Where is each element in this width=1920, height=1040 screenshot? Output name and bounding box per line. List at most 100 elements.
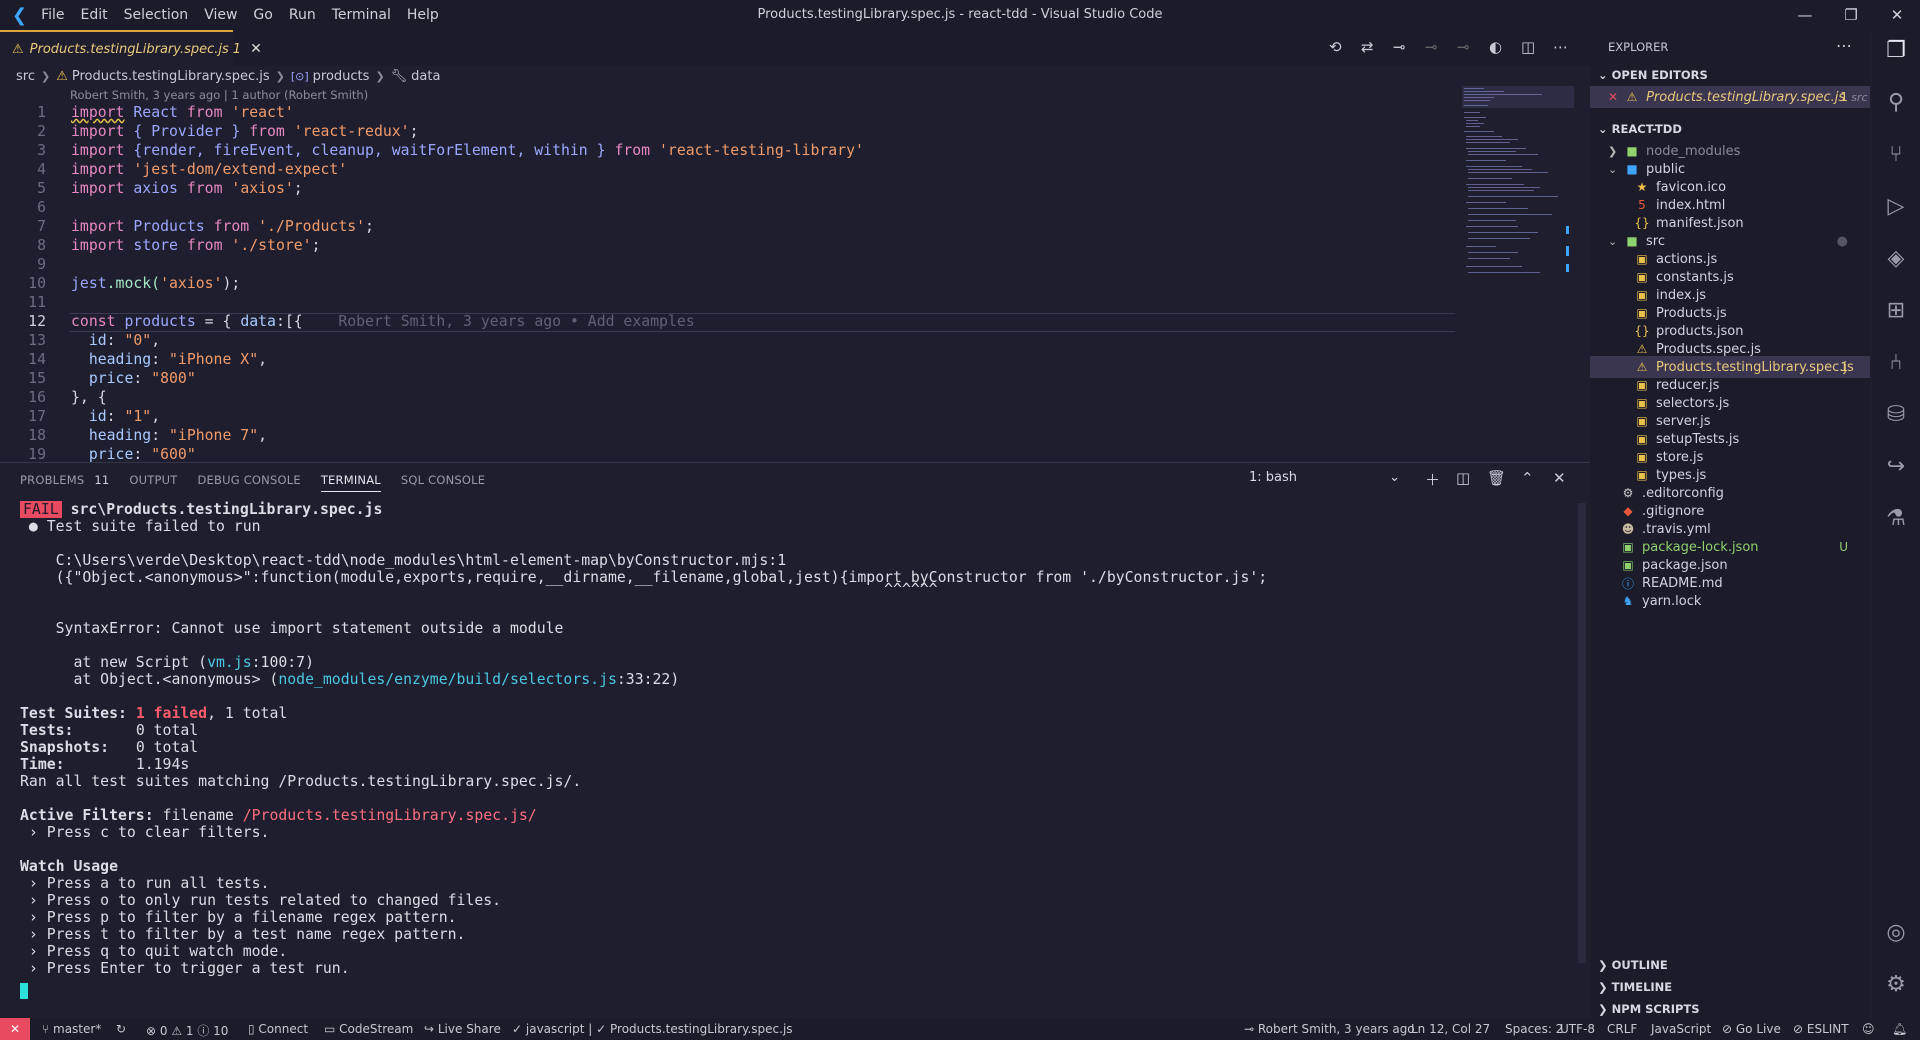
close-icon[interactable]: ✕ [1608, 90, 1618, 104]
test-flask-icon[interactable]: ⚗ [1872, 506, 1920, 531]
go-live-status[interactable]: ⊘ Go Live [1722, 1022, 1781, 1036]
blame-status[interactable]: ⊸ Robert Smith, 3 years ago [1244, 1022, 1415, 1036]
codelens-blame[interactable]: Robert Smith, 3 years ago | 1 author (Ro… [70, 88, 368, 102]
terminal-line: ● Test suite failed to run [20, 518, 261, 535]
go-live-label: Go Live [1735, 1022, 1781, 1036]
menu-view[interactable]: View [196, 7, 245, 23]
codestream-icon[interactable]: ◐ [1489, 38, 1502, 56]
code-editor[interactable]: 1 import React from 'react' 2 import { Pro… [0, 104, 1455, 462]
open-editor-item[interactable]: ✕ ⚠ Products.testingLibrary.spec.js src … [1590, 86, 1870, 108]
js-file-icon: ▣ [1636, 450, 1648, 464]
tree-file[interactable]: ♞ yarn.lock [1590, 590, 1870, 612]
code-token: ; [293, 180, 303, 197]
breadcrumb-symbol[interactable]: products [313, 69, 370, 84]
extensions-icon[interactable]: ⊞ [1872, 298, 1920, 323]
live-share-status[interactable]: ↪ Live Share [424, 1022, 501, 1036]
line-number: 4 [37, 161, 46, 178]
cursor-position[interactable]: Ln 12, Col 27 [1411, 1022, 1490, 1036]
code-token: "iPhone X" [169, 351, 259, 368]
encoding[interactable]: UTF-8 [1560, 1022, 1595, 1036]
tab-debug-console[interactable]: DEBUG CONSOLE [198, 473, 301, 487]
eslint-status[interactable]: ⊘ ESLINT [1793, 1022, 1849, 1036]
minimize-button[interactable]: — [1782, 0, 1828, 30]
block-icon: ⊘ [1793, 1022, 1807, 1036]
indentation[interactable]: Spaces: 2 [1505, 1022, 1563, 1036]
tab-close-icon[interactable]: ✕ [250, 41, 262, 57]
section-timeline[interactable]: ❯ TIMELINE [1598, 980, 1672, 994]
code-token: import [71, 218, 125, 235]
codestream-status[interactable]: ▭ CodeStream [324, 1022, 413, 1036]
code-token: heading [71, 351, 152, 368]
notifications-icon[interactable]: 🔔︎ [1892, 1022, 1907, 1036]
settings-gear-icon[interactable]: ⚙ [1872, 972, 1920, 997]
account-icon[interactable]: ◎ [1872, 920, 1920, 945]
kill-terminal-icon[interactable]: 🗑︎ [1487, 469, 1506, 487]
js-file-icon: ▣ [1636, 306, 1648, 320]
run-debug-icon[interactable]: ▷ [1872, 194, 1920, 219]
more-actions-icon[interactable]: ⋯ [1836, 36, 1852, 55]
terminal-select[interactable]: 1: bash ⌄ [1249, 470, 1404, 490]
more-actions-icon[interactable]: ⋯ [1553, 38, 1568, 56]
tab-problem-count: 1 [232, 41, 242, 57]
breadcrumb-folder[interactable]: src [16, 69, 35, 84]
menu-terminal[interactable]: Terminal [324, 7, 399, 23]
live-share-icon[interactable]: ↪ [1872, 454, 1920, 479]
remote-icon[interactable]: ✕ [0, 1018, 30, 1040]
menu-file[interactable]: File [33, 7, 72, 23]
split-terminal-icon[interactable]: ◫ [1456, 469, 1470, 487]
feedback-icon[interactable]: ☺ [1862, 1022, 1875, 1036]
tab-output[interactable]: OUTPUT [129, 473, 177, 487]
close-window-button[interactable]: ✕ [1874, 0, 1920, 30]
git-commit-icon[interactable]: ⊸ [1393, 38, 1406, 56]
tab-sql-console[interactable]: SQL CONSOLE [401, 473, 485, 487]
section-npm-scripts[interactable]: ❯ NPM SCRIPTS [1598, 1002, 1700, 1016]
line-number: 8 [37, 237, 46, 254]
stack-link[interactable]: node_modules/enzyme/build/selectors.js [278, 671, 617, 688]
branch-name: master* [53, 1022, 102, 1036]
terminal-scrollbar[interactable] [1578, 503, 1586, 963]
gitlens-icon[interactable]: ◈ [1872, 246, 1920, 271]
sync-icon[interactable]: ↻ [116, 1022, 126, 1036]
menu-bar: File Edit Selection View Go Run Terminal… [33, 7, 447, 23]
close-panel-icon[interactable]: ✕ [1553, 469, 1566, 487]
menu-selection[interactable]: Selection [116, 7, 197, 23]
menu-edit[interactable]: Edit [73, 7, 116, 23]
stack-link[interactable]: vm.js [207, 654, 252, 671]
menu-go[interactable]: Go [245, 7, 280, 23]
js-file-icon: ▣ [1636, 414, 1648, 428]
breadcrumb-file[interactable]: Products.testingLibrary.spec.js [72, 69, 270, 84]
code-token: from [213, 218, 250, 235]
prev-change-icon[interactable]: ⊸ [1425, 38, 1438, 56]
minimap[interactable] [1462, 86, 1574, 336]
history-icon[interactable]: ⟲ [1329, 38, 1342, 56]
next-change-icon[interactable]: ⊸ [1457, 38, 1470, 56]
split-editor-icon[interactable]: ◫ [1521, 38, 1535, 56]
explorer-icon[interactable]: ❐ [1872, 38, 1920, 63]
menu-help[interactable]: Help [399, 7, 447, 23]
git-graph-icon[interactable]: ⑃ [1872, 350, 1920, 375]
connect-status[interactable]: ▯ Connect [248, 1022, 308, 1036]
tab-products-testinglibrary[interactable]: ⚠ Products.testingLibrary.spec.js 1 ✕ [0, 30, 262, 66]
compare-changes-icon[interactable]: ⇄ [1361, 38, 1374, 56]
new-terminal-icon[interactable]: ＋ [1425, 469, 1440, 490]
search-icon[interactable]: ⚲ [1872, 90, 1920, 115]
language-mode[interactable]: JavaScript [1651, 1022, 1711, 1036]
tree-label: reducer.js [1656, 377, 1720, 393]
source-control-icon[interactable]: ⑂ [1872, 142, 1920, 167]
tab-problems[interactable]: PROBLEMS 11 [20, 473, 109, 487]
maximize-panel-icon[interactable]: ⌃ [1521, 469, 1534, 487]
language-check-status[interactable]: ✓ javascript | ✓ Products.testingLibrary… [512, 1022, 793, 1036]
restore-button[interactable]: ❐ [1828, 0, 1874, 30]
bottom-panel: PROBLEMS 11 OUTPUT DEBUG CONSOLE TERMINAL… [0, 462, 1590, 1021]
section-project[interactable]: ⌄ REACT-TDD [1598, 122, 1682, 136]
section-outline[interactable]: ❯ OUTLINE [1598, 958, 1668, 972]
section-open-editors[interactable]: ⌄ OPEN EDITORS [1598, 68, 1708, 82]
menu-run[interactable]: Run [281, 7, 324, 23]
tree-label: .editorconfig [1642, 485, 1724, 501]
branch-status[interactable]: ⑂ master* [42, 1022, 101, 1036]
line-ending[interactable]: CRLF [1607, 1022, 1637, 1036]
tab-terminal[interactable]: TERMINAL [320, 473, 381, 492]
breadcrumb-sub[interactable]: data [411, 69, 440, 84]
database-icon[interactable]: ⛁ [1872, 402, 1920, 427]
problems-status[interactable]: ⊗ 0 ⚠ 1 ⓘ 10 [146, 1022, 228, 1039]
